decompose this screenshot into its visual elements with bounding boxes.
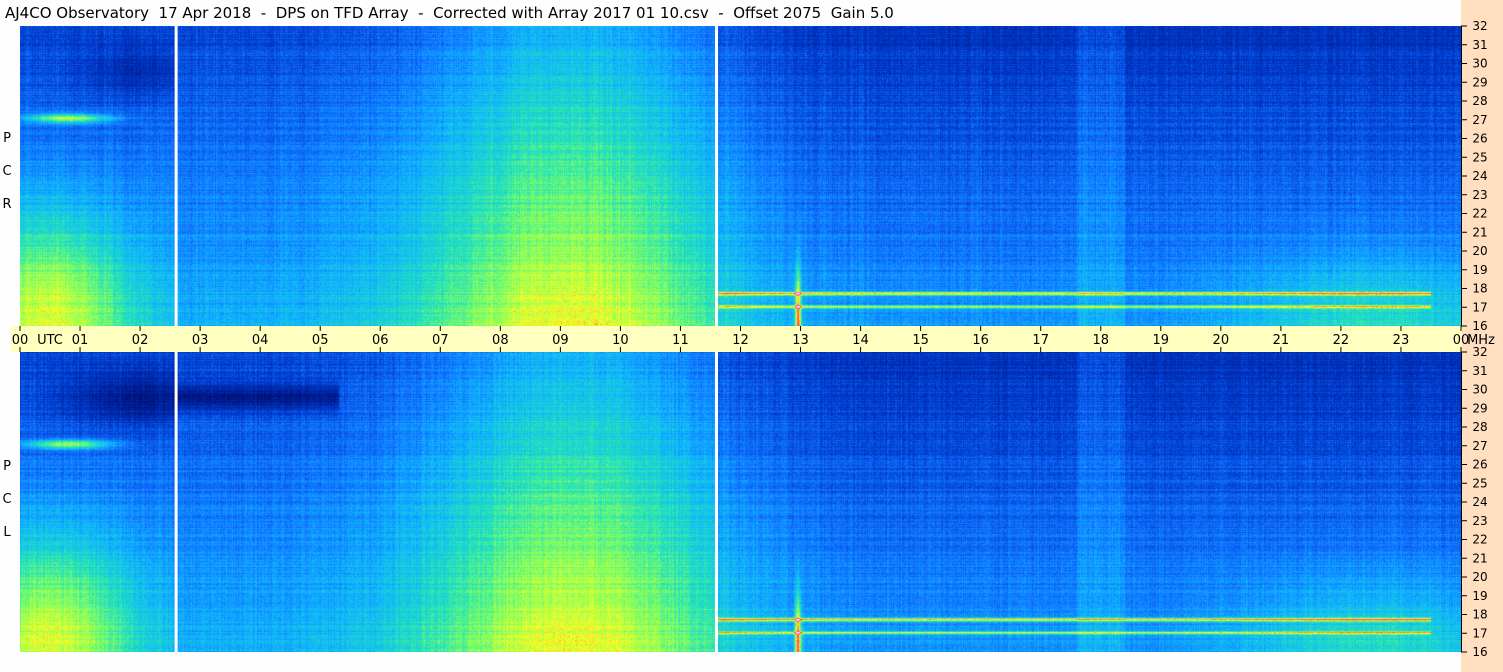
frequency-axis-strip <box>1461 0 1503 672</box>
rcp-label-char-2: C <box>2 164 12 179</box>
lcp-label-char-1: P <box>3 459 11 474</box>
rcp-label-char-1: P <box>3 131 11 146</box>
chart-title: AJ4CO Observatory 17 Apr 2018 - DPS on T… <box>5 4 894 22</box>
lcp-label-char-3: L <box>3 525 11 540</box>
lcp-spectrogram <box>20 352 1461 652</box>
rcp-label-char-3: R <box>2 197 12 212</box>
lcp-polarization-label: P C L <box>0 450 14 549</box>
time-axis-band <box>11 326 1462 352</box>
rcp-polarization-label: P C R <box>0 122 14 221</box>
rcp-spectrogram <box>20 26 1461 326</box>
lcp-label-char-2: C <box>2 492 12 507</box>
